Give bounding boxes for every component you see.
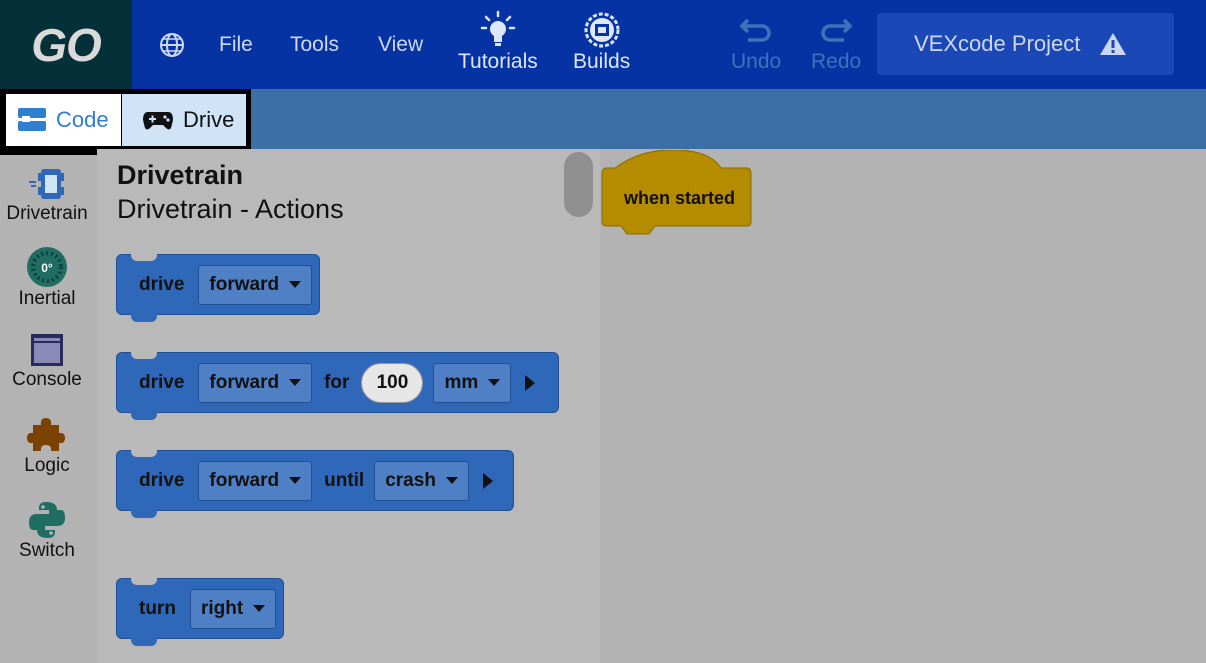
undo-button[interactable]: Undo xyxy=(731,10,781,74)
redo-button[interactable]: Redo xyxy=(811,10,861,74)
block-drive[interactable]: drive forward xyxy=(116,254,320,322)
top-bar: GO File Tools View Tutorials Builds Undo… xyxy=(0,0,1206,89)
dropdown-caret-icon xyxy=(289,281,302,288)
puzzle-icon xyxy=(27,418,65,451)
direction-value: forward xyxy=(209,371,280,393)
units-dropdown[interactable]: mm xyxy=(433,362,512,403)
when-started-label: when started xyxy=(624,188,736,208)
undo-label: Undo xyxy=(731,50,782,73)
category-logic[interactable]: Logic xyxy=(0,415,94,477)
tutorials-button[interactable]: Tutorials xyxy=(458,10,538,74)
block-keyword: drive xyxy=(139,469,185,491)
warning-icon xyxy=(1100,33,1127,55)
project-title: VEXcode Project xyxy=(914,31,1081,56)
expand-arrow-icon[interactable] xyxy=(482,472,493,489)
direction-value: forward xyxy=(209,273,280,295)
language-button[interactable] xyxy=(159,0,185,89)
gear-robot-icon xyxy=(584,12,620,48)
redo-icon xyxy=(821,18,853,42)
dropdown-caret-icon xyxy=(289,379,302,386)
globe-icon xyxy=(160,32,184,57)
builds-label: Builds xyxy=(573,50,631,73)
tab-drive[interactable]: Drive xyxy=(122,94,246,146)
redo-label: Redo xyxy=(811,50,862,73)
direction-value: forward xyxy=(209,469,280,491)
tools-menu[interactable]: Tools xyxy=(290,0,339,89)
project-name-button[interactable]: VEXcode Project xyxy=(877,13,1174,75)
drivetrain-icon xyxy=(29,169,64,199)
category-drivetrain-label: Drivetrain xyxy=(6,203,88,224)
category-switch-label: Switch xyxy=(19,540,75,561)
block-keyword-for: for xyxy=(324,371,350,393)
expand-arrow-icon[interactable] xyxy=(525,374,536,391)
distance-input[interactable]: 100 xyxy=(361,362,424,403)
tab-code[interactable]: Code xyxy=(6,94,121,146)
category-inertial[interactable]: 0° Inertial xyxy=(0,246,94,310)
units-value: mm xyxy=(444,371,479,393)
dropdown-caret-icon xyxy=(289,477,302,484)
tutorials-label: Tutorials xyxy=(458,50,538,73)
block-turn[interactable]: turn right xyxy=(116,578,284,646)
block-keyword: drive xyxy=(139,371,185,393)
python-icon xyxy=(29,502,65,538)
inertial-badge: 0° xyxy=(41,261,53,275)
block-drive-for[interactable]: drive forward for 100 mm xyxy=(116,352,559,420)
block-keyword: turn xyxy=(139,597,176,619)
direction-dropdown[interactable]: forward xyxy=(198,460,313,501)
gamepad-icon xyxy=(143,112,173,130)
block-keyword-until: until xyxy=(324,469,365,491)
tab-drive-label: Drive xyxy=(183,107,235,132)
palette-subtitle: Drivetrain - Actions xyxy=(117,194,344,224)
code-blocks-icon xyxy=(18,108,46,131)
category-console[interactable]: Console xyxy=(0,331,94,391)
category-rail: Drivetrain 0° Inertial Console Logic Swi… xyxy=(0,155,97,663)
palette-scrollbar[interactable] xyxy=(564,152,593,217)
direction-dropdown[interactable]: forward xyxy=(198,362,313,403)
file-menu[interactable]: File xyxy=(219,0,253,89)
palette-title: Drivetrain xyxy=(117,160,244,190)
turn-direction-dropdown[interactable]: right xyxy=(189,588,277,629)
dropdown-caret-icon xyxy=(253,605,266,612)
category-inertial-label: Inertial xyxy=(18,288,76,309)
console-icon xyxy=(31,334,63,366)
category-drivetrain[interactable]: Drivetrain xyxy=(0,165,94,225)
dropdown-caret-icon xyxy=(488,379,501,386)
builds-button[interactable]: Builds xyxy=(573,10,630,74)
direction-dropdown[interactable]: forward xyxy=(198,264,313,305)
condition-dropdown[interactable]: crash xyxy=(374,460,469,501)
block-drive-until[interactable]: drive forward until crash xyxy=(116,450,514,518)
logo-text: GO xyxy=(31,18,102,71)
category-console-label: Console xyxy=(12,369,82,390)
condition-value: crash xyxy=(385,469,436,491)
mode-tabs: Code Drive xyxy=(0,89,251,155)
category-logic-label: Logic xyxy=(24,455,70,476)
view-menu[interactable]: View xyxy=(378,0,423,89)
turn-direction-value: right xyxy=(200,597,244,619)
block-keyword: drive xyxy=(139,273,185,295)
logo: GO xyxy=(0,0,132,89)
category-switch[interactable]: Switch xyxy=(0,500,94,562)
undo-icon xyxy=(739,18,771,42)
tab-code-label: Code xyxy=(56,107,109,132)
lightbulb-icon xyxy=(480,10,516,46)
inertial-icon: 0° xyxy=(27,247,67,287)
dropdown-caret-icon xyxy=(445,477,458,484)
